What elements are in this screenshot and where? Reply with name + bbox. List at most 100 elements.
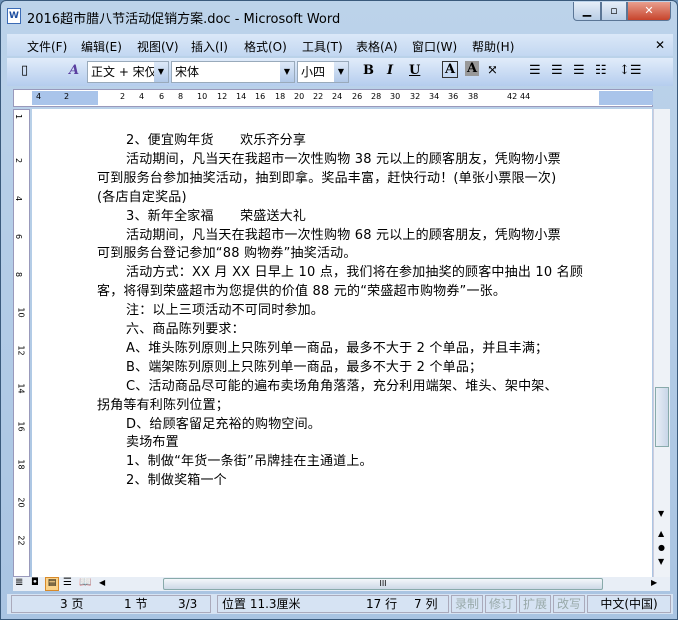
status-extend[interactable]: 扩展 [519, 595, 551, 613]
window-title: 2016超市腊八节活动促销方案.doc - Microsoft Word [27, 12, 341, 27]
document-line: 六、商品陈列要求： [126, 322, 245, 337]
chevron-down-icon[interactable]: ▼ [334, 62, 348, 82]
menu-insert[interactable]: 插入(I) [191, 38, 228, 55]
scroll-thumb[interactable] [655, 387, 669, 447]
ruler-tick-label: 12 [217, 92, 228, 101]
char-border-button[interactable]: A [442, 61, 459, 78]
web-view-icon[interactable]: ◘ [31, 577, 39, 588]
chevron-down-icon[interactable]: ▼ [154, 62, 168, 82]
menu-bar: 文件(F) 编辑(E) 视图(V) 插入(I) 格式(O) 工具(T) 表格(A… [7, 34, 673, 56]
next-page-icon[interactable]: ▼ [658, 557, 664, 566]
horizontal-scroll-thumb[interactable]: III [163, 578, 603, 590]
status-position: 位置 11.3厘米 17 行 7 列 [217, 595, 449, 613]
vruler-tick-label: 6 [14, 233, 24, 240]
status-record[interactable]: 录制 [451, 595, 483, 613]
ruler-tick-label: 44 [520, 92, 531, 101]
menu-view[interactable]: 视图(V) [137, 38, 179, 55]
underline-button[interactable]: U [409, 63, 420, 78]
document-line: 1、制做“年货一条街”吊牌挂在主通道上。 [126, 454, 373, 470]
char-shading-button[interactable]: A [465, 61, 480, 76]
previous-page-icon[interactable]: ▲ [658, 529, 664, 538]
close-document-icon[interactable]: ✕ [655, 38, 665, 52]
status-line: 17 行 [366, 597, 398, 611]
ruler-tick-label: 10 [197, 92, 208, 101]
char-scale-icon[interactable]: ⤧ [487, 63, 498, 78]
status-position-value: 位置 11.3厘米 [222, 597, 301, 611]
vertical-scrollbar[interactable]: ▼ ▲ ● ▼ [653, 109, 670, 577]
document-line: D、给顾客留足充裕的购物空间。 [126, 416, 322, 432]
document-line: 2、便宜购年货 欢乐齐分享 [126, 133, 307, 148]
status-pages: 3/3 [178, 597, 198, 611]
ruler-tick-label: 2 [120, 92, 126, 101]
align-right-icon[interactable]: ☰ [573, 63, 585, 78]
style-value: 正文 + 宋仅 [91, 65, 157, 79]
vruler-tick-label: 1 [14, 113, 24, 120]
reading-view-icon[interactable]: 📖 [79, 577, 91, 588]
status-page: 3 页 [60, 597, 84, 611]
normal-view-icon[interactable]: ≣ [15, 577, 23, 588]
document-line: 注：以上三项活动不可同时参加。 [126, 303, 325, 319]
ruler-tick-label: 18 [275, 92, 286, 101]
italic-button[interactable]: I [387, 63, 393, 78]
font-select[interactable]: 宋体 ▼ [171, 61, 295, 83]
ruler-tick-label: 8 [178, 92, 184, 101]
ruler-tick-label: 6 [159, 92, 165, 101]
document-line: A、堆头陈列原则上只陈列单一商品，最多不大于 2 个单品，并且丰满； [126, 340, 549, 356]
vruler-tick-label: 4 [14, 195, 24, 202]
ruler-tick-label: 34 [429, 92, 440, 101]
outline-view-icon[interactable]: ☰ [63, 577, 72, 588]
document-line: 活动期间，凡当天在我超市一次性购物 38 元以上的顾客朋友，凭购物小票 [126, 151, 561, 167]
word-app-icon[interactable]: W [7, 8, 21, 24]
print-layout-view-icon[interactable]: ▤ [45, 577, 59, 591]
document-line: 可到服务台参加抽奖活动，抽到即拿。奖品丰富，赶快行动！(单张小票限一次) [97, 170, 557, 186]
ruler-tick-label: 20 [294, 92, 305, 101]
vruler-tick-label: 10 [16, 307, 26, 318]
document-line: 拐角等有利陈列位置； [97, 397, 230, 413]
document-page[interactable]: 2、便宜购年货 欢乐齐分享活动期间，凡当天在我超市一次性购物 38 元以上的顾客… [32, 109, 652, 577]
styles-icon[interactable]: A [69, 63, 79, 78]
distributed-icon[interactable]: ☷ [595, 63, 607, 78]
document-line: 活动方式：XX 月 XX 日早上 10 点，我们将在参加抽奖的顾客中抽出 10 … [126, 265, 584, 281]
ruler-tick-label: 16 [255, 92, 266, 101]
menu-help[interactable]: 帮助(H) [472, 38, 514, 55]
document-line: 客，将得到荣盛超市为您提供的价值 88 元的“荣盛超市购物券”一张。 [97, 284, 507, 300]
chevron-down-icon[interactable]: ▼ [280, 62, 294, 82]
vruler-tick-label: 18 [16, 459, 26, 470]
new-document-icon[interactable]: ▯ [21, 63, 28, 78]
document-line: 3、新年全家福 荣盛送大礼 [126, 208, 307, 224]
vruler-tick-label: 14 [16, 383, 26, 394]
scroll-left-arrow[interactable]: ◀ [99, 578, 105, 587]
ruler-tick-label: 42 [507, 92, 518, 101]
vruler-tick-label: 12 [16, 345, 26, 356]
vruler-tick-label: 2 [14, 157, 24, 164]
font-size-select[interactable]: 小四 ▼ [297, 61, 349, 83]
minimize-button[interactable]: ▁ [573, 2, 601, 21]
scroll-down-arrow[interactable]: ▼ [658, 509, 664, 518]
document-line: B、端架陈列原则上只陈列单一商品，最多不大于 2 个单品； [126, 359, 483, 375]
horizontal-ruler[interactable]: 4 2 2 4 6 8 10 12 14 16 18 20 22 24 26 28 30 32 34 36 38 42 44 [13, 89, 653, 107]
menu-tools[interactable]: 工具(T) [302, 38, 343, 55]
status-bar: 3 页 1 节 3/3 位置 11.3厘米 17 行 7 列 录制 修订 扩展 … [7, 594, 673, 614]
horizontal-scrollbar[interactable]: ≣ ◘ ▤ ☰ 📖 ◀ III ▶ [13, 577, 670, 591]
menu-format[interactable]: 格式(O) [244, 38, 287, 55]
line-spacing-icon[interactable]: ↕☰ [619, 63, 642, 78]
ruler-tick-label: 4 [36, 92, 42, 101]
status-track-changes[interactable]: 修订 [485, 595, 517, 613]
vruler-tick-label: 8 [14, 271, 24, 278]
ruler-tick-label: 30 [390, 92, 401, 101]
align-center-icon[interactable]: ☰ [551, 63, 563, 78]
menu-window[interactable]: 窗口(W) [412, 38, 457, 55]
menu-table[interactable]: 表格(A) [356, 38, 398, 55]
align-justify-icon[interactable]: ☰ [529, 63, 541, 78]
maximize-button[interactable]: ▫ [601, 2, 627, 21]
bold-button[interactable]: B [363, 63, 374, 78]
browse-object-icon[interactable]: ● [658, 543, 665, 552]
status-overtype[interactable]: 改写 [553, 595, 585, 613]
style-select[interactable]: 正文 + 宋仅 ▼ [87, 61, 169, 83]
menu-file[interactable]: 文件(F) [27, 38, 67, 55]
vertical-ruler[interactable]: 1 2 4 6 8 10 12 14 16 18 20 22 [13, 109, 30, 577]
close-button[interactable]: ✕ [627, 2, 671, 21]
scroll-right-arrow[interactable]: ▶ [651, 578, 657, 587]
menu-edit[interactable]: 编辑(E) [81, 38, 122, 55]
ruler-tick-label: 14 [236, 92, 247, 101]
